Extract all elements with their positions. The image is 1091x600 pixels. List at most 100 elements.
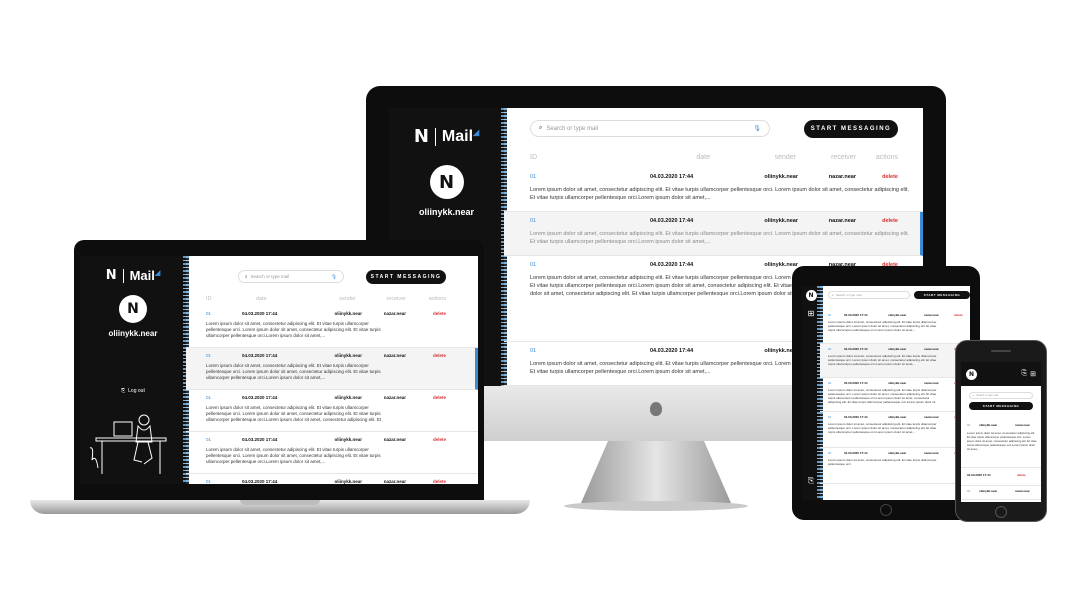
row-date: 04.03.2020 17:44 [242,311,278,316]
avatar[interactable]: N [805,290,817,301]
table-row[interactable]: 01 04.03.2020 17:44 oliinykk.near nazar.nea… [820,310,970,344]
row-text: Lorem ipsum dolor sit amet, consectetur … [206,447,381,464]
table-row[interactable]: 01 04.03.2020 17:44 oliinykk.near nazar.nea… [186,390,478,432]
table-row[interactable]: 01 04.03.2020 17:44 oliinykk.near nazar.nea… [820,448,970,484]
grid-icon[interactable]: ⊞ [1030,370,1036,378]
start-messaging-button[interactable]: START MESSAGING [914,291,970,299]
delete-button[interactable]: delete [406,479,446,484]
table-row[interactable]: 01 04.03.2020 17:44 oliinykk.near nazar.nea… [820,412,970,448]
laptop-device: N Mail ◢ N oliinykk.near ⎘ Log out ⌕ Sea… [30,240,530,520]
table-row[interactable]: 01 04.03.2020 17:44 oliinykk.near nazar.nea… [186,306,478,348]
table-row[interactable]: 01 04.03.2020 17:44 oliinykk.near nazar.nea… [186,348,478,390]
start-messaging-button[interactable]: START MESSAGING [804,120,898,138]
search-input[interactable]: ⌕ Search or type mail [828,291,910,299]
row-date: 04.03.2020 17:44 [650,262,694,268]
search-placeholder: Search or type mail [976,394,998,397]
tablet-screen: N ⊞ ⎘ ⌕ Search or type mail START MESSAG… [802,286,970,500]
search-placeholder: Search or type mail [835,293,862,297]
table-row[interactable]: 01 oliinykk.near nazar.near Lorem ipsum do… [961,420,1041,468]
row-id: 01 [206,395,212,400]
search-placeholder: Search or type mail [250,274,290,279]
microphone-icon[interactable]: 🎙 [331,274,337,280]
table-row[interactable]: 01 oliinykk.near nazar.near [961,486,1041,500]
logout-icon[interactable]: ⎘ [1022,370,1028,378]
row-date: 04.03.2020 17:44 [650,348,694,354]
row-text: Lorem ipsum dolor sit amet, consectetur … [206,363,381,380]
logo-divider [122,268,124,283]
monitor-stand-base [564,501,748,511]
table-row[interactable]: 01 04.03.2020 17:44 oliinykk.near nazar.nea… [186,432,478,474]
row-id: 01 [967,423,971,427]
table-header: ID date sender receiver actions [206,296,446,302]
avatar-glyph: N [808,292,814,299]
search-input[interactable]: ⌕ Search or type mail [969,392,1033,399]
search-icon: ⌕ [973,394,975,397]
row-date: 04.03.2020 17:44 [844,451,868,455]
row-sender: oliinykk.near [764,218,798,224]
logout-icon[interactable]: ⎘ [808,476,814,486]
row-text: Lorem ipsum dolor sit amet, consectetur … [828,458,937,466]
row-id: 01 [530,262,537,268]
start-messaging-button[interactable]: START MESSAGING [366,270,446,284]
row-sender: oliinykk.near [764,174,798,180]
avatar[interactable]: N [966,368,977,380]
delete-button[interactable]: delete [406,353,446,358]
delete-button[interactable]: delete [406,395,446,400]
search-icon: ⌕ [245,274,248,279]
search-input[interactable]: ⌕ Search or type mail 🎙 [530,120,770,137]
search-icon: ⌕ [539,125,543,131]
search-input[interactable]: ⌕ Search or type mail 🎙 [238,270,344,283]
near-logo-icon: N [105,268,117,283]
username: oliinykk.near [418,207,475,217]
row-text: Lorem ipsum dolor sit amet, consectetur … [828,388,937,404]
row-sender: oliinykk.near [888,381,907,385]
search-placeholder: Search or type mail [546,125,599,132]
avatar[interactable]: N [119,295,147,323]
row-receiver: nazar.near [828,174,856,180]
table-row[interactable]: 04.03.2020 17:44 delete [961,470,1041,486]
col-id: ID [206,296,212,302]
row-id: 01 [828,451,832,455]
delete-button[interactable]: delete [856,174,898,180]
delete-button[interactable]: delete [406,437,446,442]
row-text: Lorem ipsum dolor sit amet, consectetur … [828,422,937,434]
col-date: date [696,154,710,161]
table-row[interactable]: 01 04.03.2020 17:44 oliinykk.near nazar.nea… [504,168,923,212]
microphone-icon[interactable]: 🎙 [753,125,761,132]
delete-button[interactable]: delete [856,218,898,224]
row-id: 01 [206,437,212,442]
row-id: 01 [828,381,832,385]
table-row[interactable]: 01 04.03.2020 17:44 oliinykk.near nazar.nea… [504,212,923,256]
start-messaging-button[interactable]: START MESSAGING [969,402,1033,410]
delete-button[interactable]: delete [1017,473,1026,477]
logout-label: Log out [128,388,145,394]
row-sender: oliinykk.near [764,348,798,354]
apple-logo-icon [650,402,662,416]
table-row[interactable]: 01 04.03.2020 17:44 oliinykk.near nazar.nea… [820,344,970,378]
laptop-screen: N Mail ◢ N oliinykk.near ⎘ Log out ⌕ Sea… [80,256,478,484]
avatar-glyph: N [127,301,139,317]
row-receiver: nazar.near [383,479,406,484]
row-receiver: nazar.near [1015,423,1030,427]
row-id: 01 [967,489,971,493]
person-desk-illustration [89,414,167,474]
col-sender: sender [774,154,796,161]
grid-icon[interactable]: ⊞ [808,309,815,318]
row-text: Lorem ipsum dolor sit amet, consectetur … [206,321,381,338]
table-row[interactable]: 01 04.03.2020 17:44 oliinykk.near nazar.nea… [186,474,478,484]
logout-button[interactable]: ⎘ Log out [121,388,145,394]
logo-mark-icon: ◢ [154,269,161,277]
delete-button[interactable]: delete [954,313,963,317]
row-sender: oliinykk.near [979,423,998,427]
sidebar: N ⊞ ⎘ [802,286,823,500]
delete-button[interactable]: delete [406,311,446,316]
row-receiver: nazar.near [1015,489,1030,493]
col-receiver: receiver [386,296,406,302]
row-sender: oliinykk.near [334,479,362,484]
row-sender: oliinykk.near [334,395,362,400]
row-receiver: nazar.near [383,395,406,400]
table-row[interactable]: 01 04.03.2020 17:44 oliinykk.near nazar.nea… [820,378,970,412]
avatar[interactable]: N [429,165,464,199]
row-id: 01 [530,218,537,224]
monitor-stand [581,441,731,503]
